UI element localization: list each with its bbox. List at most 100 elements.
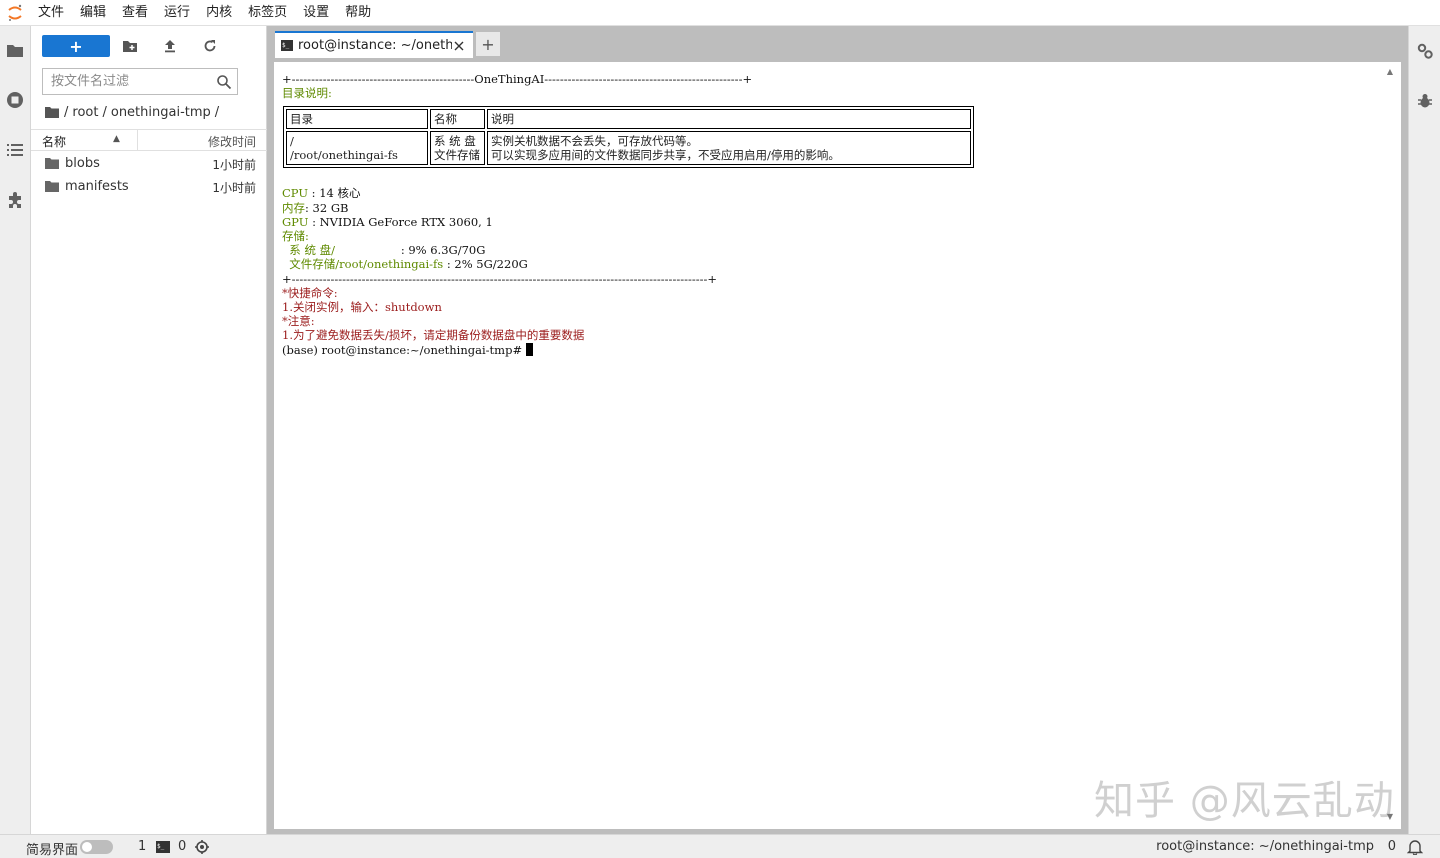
toc-icon[interactable]	[5, 140, 25, 160]
breadcrumb-onethingai-tmp[interactable]: onethingai-tmp	[111, 105, 211, 120]
name-line: 文件存储	[434, 148, 480, 162]
breadcrumb: / root / onethingai-tmp /	[45, 103, 223, 121]
simple-mode-toggle[interactable]	[80, 840, 113, 854]
terminal-panel[interactable]: +---------------------------------------…	[274, 62, 1401, 829]
left-sidebar-rail	[0, 26, 31, 834]
dir-line: /root/onethingai-fs	[290, 148, 398, 162]
add-tab-button[interactable]: +	[476, 32, 500, 56]
jupyterlab-window: 文件 编辑 查看 运行 内核 标签页 设置 帮助 + 按文件名过滤 / root…	[0, 0, 1440, 858]
breadcrumb-home-icon[interactable]	[45, 106, 59, 118]
new-launcher-button[interactable]: +	[42, 35, 110, 57]
notification-count: 0	[1387, 839, 1396, 854]
file-list-header: 名称 ▲ 修改时间	[31, 129, 267, 151]
search-icon	[216, 74, 232, 90]
right-sidebar-rail	[1408, 26, 1440, 834]
terminal-count[interactable]: 1	[138, 839, 146, 854]
extension-icon[interactable]	[5, 190, 25, 210]
close-icon[interactable]	[452, 39, 466, 53]
spec-key-cpu: CPU	[282, 186, 309, 201]
directory-info-table: 目录 名称 说明 //root/onethingai-fs 系 统 盘文件存储 …	[283, 106, 974, 168]
menu-tabs[interactable]: 标签页	[240, 0, 295, 26]
storage-key-system: 系 统 盘/	[282, 243, 335, 258]
desc-line: 可以实现多应用间的文件数据同步共享，不受应用启用/停用的影响。	[491, 148, 840, 162]
table-header-row: 目录 名称 说明	[286, 109, 971, 129]
shortcut-1-prefix: 1.关闭实例，输入：	[282, 300, 385, 315]
new-folder-icon[interactable]	[120, 36, 140, 56]
running-icon[interactable]	[5, 90, 25, 110]
storage-key-fs: 文件存储/root/onethingai-fs	[282, 257, 444, 272]
terminal-cursor	[525, 342, 533, 356]
refresh-icon[interactable]	[200, 36, 220, 56]
folder-icon	[45, 180, 59, 194]
file-row-blobs[interactable]: blobs 1小时前	[31, 153, 267, 175]
storage-value-system: : 9% 6.3G/70G	[400, 243, 486, 258]
menubar: 文件 编辑 查看 运行 内核 标签页 设置 帮助	[0, 0, 1440, 26]
breadcrumb-sep: /	[64, 104, 69, 120]
spec-key-gpu: GPU	[282, 214, 309, 229]
spec-value-cpu: 14 核心	[319, 186, 361, 201]
table-cell-name: 系 统 盘文件存储	[430, 131, 485, 165]
file-row-manifests[interactable]: manifests 1小时前	[31, 176, 267, 198]
spec-sep: :	[305, 200, 313, 215]
storage-value-fs: : 2% 5G/220G	[446, 257, 528, 272]
kernel-gear-icon	[195, 840, 209, 854]
watermark: 知乎 @风云乱动	[1094, 778, 1395, 824]
terminal-icon: $_	[156, 841, 170, 853]
terminal-icon: $_	[281, 40, 293, 51]
kernel-count[interactable]: 0	[178, 839, 186, 854]
menu-edit[interactable]: 编辑	[72, 0, 114, 26]
note-1: 1.为了避免数据丢失/损坏，请定期备份数据盘中的重要数据	[282, 328, 585, 343]
bell-icon[interactable]	[1406, 839, 1424, 856]
folder-icon[interactable]	[5, 40, 25, 60]
menu-view[interactable]: 查看	[114, 0, 156, 26]
column-modified-header[interactable]: 修改时间	[208, 133, 256, 150]
folder-icon	[45, 157, 59, 171]
table-header-dir: 目录	[286, 109, 428, 129]
banner-border-top: +---------------------------------------…	[282, 72, 753, 86]
debugger-icon[interactable]	[1416, 92, 1434, 110]
menu-kernel[interactable]: 内核	[198, 0, 240, 26]
file-modified: 1小时前	[212, 158, 256, 172]
table-row: //root/onethingai-fs 系 统 盘文件存储 实例关机数据不会丢…	[286, 131, 971, 165]
menu-file[interactable]: 文件	[30, 0, 72, 26]
toggle-knob	[82, 842, 92, 852]
name-line: 系 统 盘	[434, 134, 476, 148]
dir-line: /	[290, 134, 294, 148]
scroll-up-arrow-icon[interactable]: ▲	[1387, 67, 1393, 76]
menu-settings[interactable]: 设置	[295, 0, 337, 26]
file-name: blobs	[65, 156, 100, 171]
menu-help[interactable]: 帮助	[337, 0, 379, 26]
note-title: *注意:	[282, 314, 315, 329]
file-modified: 1小时前	[212, 181, 256, 195]
simple-mode-label: 简易界面	[26, 843, 79, 858]
table-header-name: 名称	[430, 109, 485, 129]
menu-run[interactable]: 运行	[156, 0, 198, 26]
table-header-desc: 说明	[487, 109, 971, 129]
storage-label: 存储:	[282, 229, 309, 244]
status-current-path: root@instance: ~/onethingai-tmp	[1156, 839, 1374, 854]
file-filter-box	[42, 68, 238, 95]
dir-heading: 目录说明:	[282, 86, 332, 101]
desc-line: 实例关机数据不会丢失，可存放代码等。	[491, 134, 698, 148]
tab-terminal[interactable]: $_ root@instance: ~/onethingai-tmp	[275, 31, 473, 58]
file-browser-panel: + / root / onethingai-tmp / 名称	[31, 26, 267, 834]
spec-key-memory: 内存	[282, 200, 305, 215]
breadcrumb-root[interactable]: root	[72, 105, 98, 120]
spec-sep: :	[308, 186, 320, 201]
tab-bar: $_ root@instance: ~/onethingai-tmp +	[267, 26, 1408, 62]
spec-sep: :	[308, 214, 320, 229]
breadcrumb-sep: /	[214, 104, 220, 120]
file-filter-input[interactable]	[43, 69, 211, 94]
upload-icon[interactable]	[160, 36, 180, 56]
shell-prompt: (base) root@instance:~/onethingai-tmp#	[282, 342, 526, 357]
column-name-header[interactable]: 名称	[42, 133, 66, 150]
tab-label: root@instance: ~/onethingai-tmp	[298, 38, 452, 53]
property-inspector-icon[interactable]	[1416, 42, 1434, 60]
spec-value-memory: 32 GB	[312, 200, 349, 215]
shortcut-title: *快捷命令:	[282, 285, 338, 300]
file-name: manifests	[65, 179, 129, 194]
column-divider[interactable]	[137, 130, 138, 151]
storage-pad	[335, 243, 401, 257]
breadcrumb-sep: /	[102, 104, 107, 120]
status-bar: 简易界面 1 $_ 0 root@instance: ~/onethingai-…	[0, 834, 1440, 858]
